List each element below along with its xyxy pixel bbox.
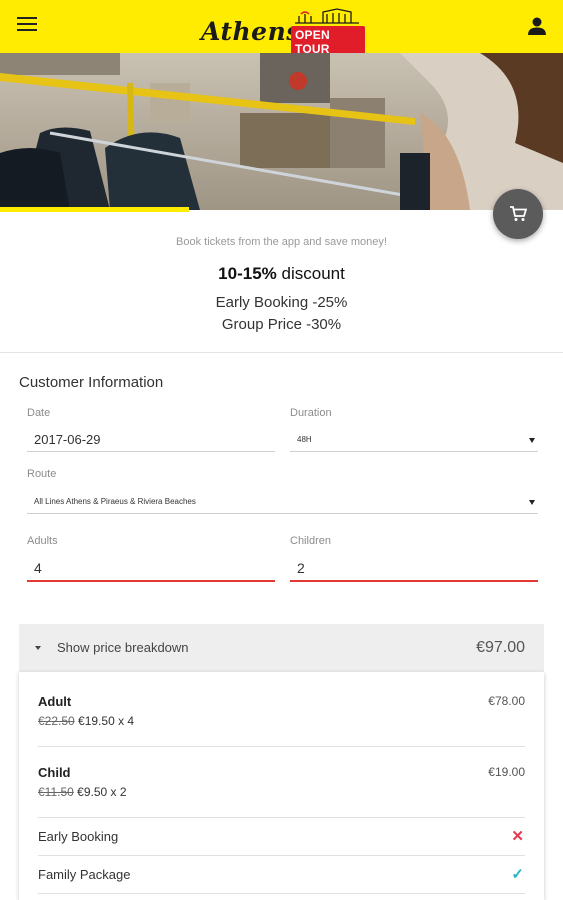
child-new-price: €9.50 x 2 <box>73 785 127 799</box>
hero-photo <box>0 53 563 210</box>
check-icon: ✓ <box>511 866 524 883</box>
route-label: Route <box>27 468 57 480</box>
dropdown-arrow-icon <box>529 438 535 443</box>
adult-row-name: Adult <box>38 694 72 709</box>
promo-discount: 10-15% discount <box>0 264 563 284</box>
hamburger-menu-icon[interactable] <box>17 17 37 33</box>
promo-section: Book tickets from the app and save money… <box>0 212 563 353</box>
child-row-detail: €11.50 €9.50 x 2 <box>38 785 127 799</box>
price-breakdown-label: Show price breakdown <box>57 640 189 655</box>
divider <box>38 855 525 856</box>
adults-value: 4 <box>34 560 42 576</box>
dropdown-arrow-icon <box>529 500 535 505</box>
brand-logo: Athens OPEN TOUR <box>201 8 365 58</box>
date-label: Date <box>27 407 51 419</box>
children-label: Children <box>290 535 331 547</box>
caret-down-icon <box>35 646 41 650</box>
bus-street-photo <box>0 53 563 210</box>
route-value: All Lines Athens & Piraeus & Riviera Bea… <box>34 497 196 506</box>
cart-button[interactable] <box>493 189 543 239</box>
section-title: Customer Information <box>19 374 164 391</box>
duration-label: Duration <box>290 407 332 419</box>
person-icon[interactable] <box>526 15 548 37</box>
promo-discount-word: discount <box>276 264 345 283</box>
adults-input[interactable]: 4 <box>27 558 275 582</box>
child-row-name: Child <box>38 765 71 780</box>
promo-tagline: Book tickets from the app and save money… <box>176 236 387 248</box>
adult-new-price: €19.50 x 4 <box>74 714 135 728</box>
adult-old-price: €22.50 <box>38 714 75 728</box>
duration-value: 48H <box>297 435 312 444</box>
promo-early-booking: Early Booking -25% <box>215 294 348 311</box>
child-row-amount: €19.00 <box>488 765 525 779</box>
duration-select[interactable]: 48H <box>290 430 538 452</box>
price-breakdown-card: Adult €78.00 €22.50 €19.50 x 4 Child €19… <box>19 672 544 900</box>
promo-group-price: Group Price -30% <box>221 316 342 333</box>
date-field[interactable]: 2017-06-29 <box>27 430 275 452</box>
divider <box>38 893 525 894</box>
cross-icon: ✕ <box>511 828 524 845</box>
family-package-label: Family Package <box>38 867 131 882</box>
acropolis-icon <box>295 8 359 24</box>
children-input[interactable]: 2 <box>290 558 538 582</box>
divider <box>38 817 525 818</box>
adult-row-amount: €78.00 <box>488 694 525 708</box>
price-breakdown-toggle[interactable]: Show price breakdown €97.00 <box>19 624 544 672</box>
promo-discount-percent: 10-15% <box>218 264 277 283</box>
route-select[interactable]: All Lines Athens & Piraeus & Riviera Bea… <box>27 492 538 514</box>
divider <box>38 746 525 747</box>
app-header: Athens OPEN TOUR <box>0 0 563 58</box>
logo-script-text: Athens <box>201 17 301 46</box>
price-total: €97.00 <box>476 639 525 656</box>
child-old-price: €11.50 <box>38 785 74 799</box>
children-value: 2 <box>297 560 305 576</box>
early-booking-label: Early Booking <box>38 829 119 844</box>
adult-row-detail: €22.50 €19.50 x 4 <box>38 714 134 728</box>
adults-label: Adults <box>27 535 58 547</box>
shopping-cart-icon <box>510 206 527 221</box>
date-value: 2017-06-29 <box>34 432 101 447</box>
